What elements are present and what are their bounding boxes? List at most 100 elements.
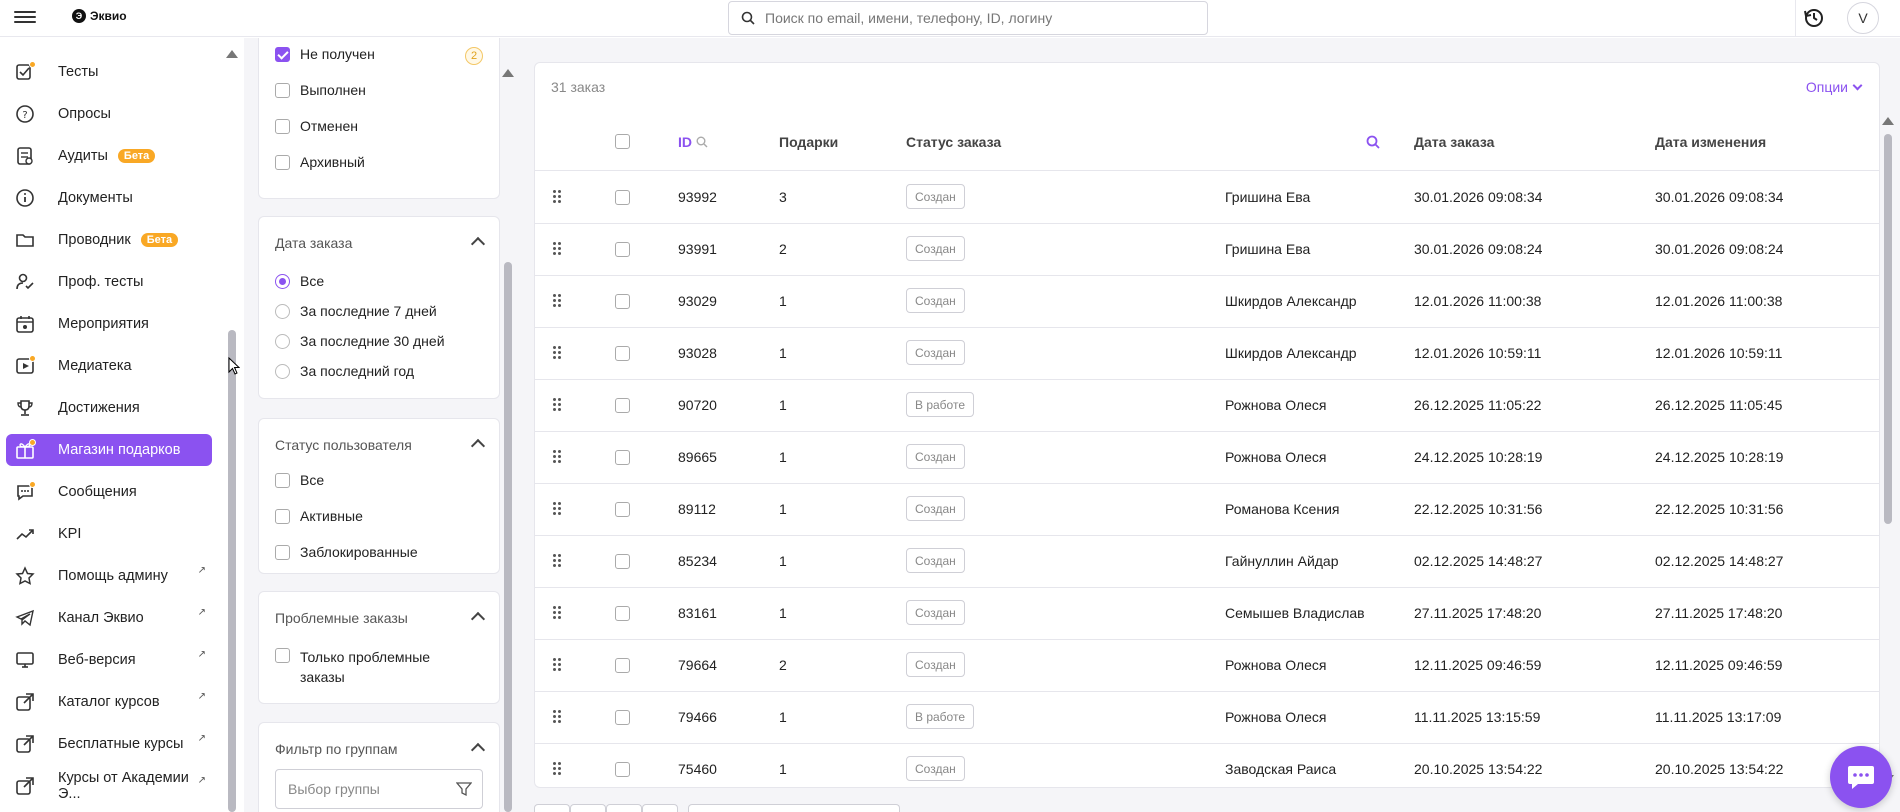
checkbox[interactable] [275, 473, 290, 488]
cell-user[interactable]: Гришина Ева [1225, 189, 1310, 205]
drag-handle-icon[interactable] [553, 658, 563, 672]
filter-option-only-problem[interactable]: Только проблемные заказы [275, 647, 430, 687]
checkbox[interactable] [275, 119, 290, 134]
cell-user[interactable]: Рожнова Олеся [1225, 449, 1326, 465]
radio-last-30-days[interactable]: За последние 30 дней [275, 333, 445, 349]
sidebar-scrollbar[interactable] [228, 330, 236, 812]
logo[interactable]: Э Эквио [72, 9, 127, 23]
table-row[interactable]: 79664 2 Создан Рожнова Олеся 12.11.2025 09:4… [535, 640, 1879, 692]
pagination-next[interactable] [606, 804, 642, 812]
checkbox[interactable] [275, 47, 290, 62]
radio-last-7-days[interactable]: За последние 7 дней [275, 303, 437, 319]
drag-handle-icon[interactable] [553, 606, 563, 620]
column-modified-date[interactable]: Дата изменения [1655, 134, 1766, 150]
cell-user[interactable]: Семышев Владислав [1225, 605, 1365, 621]
row-checkbox[interactable] [615, 554, 630, 569]
sidebar-item[interactable]: Канал Эквио ↗ [6, 602, 212, 634]
sidebar-item[interactable]: Сообщения [6, 476, 212, 508]
group-select-input[interactable]: Выбор группы [275, 769, 483, 809]
drag-handle-icon[interactable] [553, 242, 563, 256]
options-dropdown[interactable]: Опции [1806, 79, 1863, 95]
search-input[interactable] [765, 10, 1185, 26]
sidebar-item[interactable]: Аудиты Бета [6, 140, 212, 172]
drag-handle-icon[interactable] [553, 190, 563, 204]
drag-handle-icon[interactable] [553, 710, 563, 724]
cell-user[interactable]: Гришина Ева [1225, 241, 1310, 257]
table-row[interactable]: 93028 1 Создан Шкирдов Александр 12.01.2026 … [535, 328, 1879, 380]
sidebar-item[interactable]: Достижения [6, 392, 212, 424]
checkbox[interactable] [275, 155, 290, 170]
radio-button[interactable] [275, 274, 290, 289]
pagination-last[interactable] [642, 804, 678, 812]
drag-handle-icon[interactable] [553, 762, 563, 776]
table-row[interactable]: 75460 1 Создан Заводская Раиса 20.10.2025 13… [535, 744, 1879, 787]
radio-button[interactable] [275, 334, 290, 349]
user-search-icon[interactable] [1366, 135, 1380, 149]
sidebar-item[interactable]: Проф. тесты [6, 266, 212, 298]
row-checkbox[interactable] [615, 658, 630, 673]
chevron-up-icon[interactable] [470, 742, 486, 758]
filter-option-completed[interactable]: Выполнен [275, 82, 366, 98]
cell-user[interactable]: Гайнуллин Айдар [1225, 553, 1339, 569]
pagination-prev[interactable] [570, 804, 606, 812]
chevron-up-icon[interactable] [470, 438, 486, 454]
drag-handle-icon[interactable] [553, 398, 563, 412]
chevron-up-icon[interactable] [470, 611, 486, 627]
table-row[interactable]: 93029 1 Создан Шкирдов Александр 12.01.2026 … [535, 276, 1879, 328]
table-row[interactable]: 89112 1 Создан Романова Ксения 22.12.2025 10… [535, 484, 1879, 536]
table-row[interactable]: 83161 1 Создан Семышев Владислав 27.11.2025 … [535, 588, 1879, 640]
row-checkbox[interactable] [615, 606, 630, 621]
pagination-first[interactable] [534, 804, 570, 812]
row-checkbox[interactable] [615, 762, 630, 777]
global-search[interactable] [728, 1, 1208, 35]
drag-handle-icon[interactable] [553, 294, 563, 308]
filters-scrollbar[interactable] [504, 262, 512, 812]
cell-user[interactable]: Шкирдов Александр [1225, 293, 1357, 309]
sidebar-scroll-up-arrow[interactable] [226, 50, 238, 58]
sidebar-item[interactable]: Тесты [6, 56, 212, 88]
menu-burger-icon[interactable] [14, 8, 36, 28]
cell-user[interactable]: Шкирдов Александр [1225, 345, 1357, 361]
column-order-date[interactable]: Дата заказа [1414, 134, 1494, 150]
drag-handle-icon[interactable] [553, 450, 563, 464]
support-chat-button[interactable] [1830, 746, 1892, 808]
checkbox[interactable] [275, 648, 290, 663]
sidebar-item[interactable]: ? Опросы [6, 98, 212, 130]
table-row[interactable]: 93991 2 Создан Гришина Ева 30.01.2026 09:08:… [535, 224, 1879, 276]
cell-user[interactable]: Заводская Раиса [1225, 761, 1336, 777]
checkbox[interactable] [275, 509, 290, 524]
avatar[interactable]: V [1847, 2, 1879, 34]
table-row[interactable]: 90720 1 В работе Рожнова Олеся 26.12.2025 11… [535, 380, 1879, 432]
row-checkbox[interactable] [615, 242, 630, 257]
history-clock-icon[interactable] [1800, 4, 1828, 32]
checkbox[interactable] [275, 545, 290, 560]
row-checkbox[interactable] [615, 190, 630, 205]
drag-handle-icon[interactable] [553, 346, 563, 360]
cell-user[interactable]: Рожнова Олеся [1225, 397, 1326, 413]
cell-user[interactable]: Рожнова Олеся [1225, 657, 1326, 673]
filter-option-cancelled[interactable]: Отменен [275, 118, 358, 134]
chevron-up-icon[interactable] [470, 236, 486, 252]
table-row[interactable]: 89665 1 Создан Рожнова Олеся 24.12.2025 10:2… [535, 432, 1879, 484]
radio-button[interactable] [275, 364, 290, 379]
checkbox[interactable] [275, 83, 290, 98]
row-checkbox[interactable] [615, 398, 630, 413]
filter-option-not-received[interactable]: Не получен [275, 46, 375, 62]
sidebar-item[interactable]: Курсы от Академии Э... ↗ [6, 770, 212, 802]
search-icon[interactable] [696, 136, 708, 148]
column-gifts[interactable]: Подарки [779, 134, 838, 150]
table-row[interactable]: 93992 3 Создан Гришина Ева 30.01.2026 09:08:… [535, 172, 1879, 224]
sidebar-item[interactable]: Веб-версия ↗ [6, 644, 212, 676]
filter-option-active-users[interactable]: Активные [275, 508, 363, 524]
drag-handle-icon[interactable] [553, 554, 563, 568]
table-row[interactable]: 85234 1 Создан Гайнуллин Айдар 02.12.2025 14… [535, 536, 1879, 588]
filters-scroll-up-arrow[interactable] [502, 69, 514, 77]
cell-user[interactable]: Романова Ксения [1225, 501, 1339, 517]
row-checkbox[interactable] [615, 294, 630, 309]
row-checkbox[interactable] [615, 450, 630, 465]
drag-handle-icon[interactable] [553, 502, 563, 516]
sidebar-item[interactable]: Бесплатные курсы ↗ [6, 728, 212, 760]
sidebar-item[interactable]: Медиатека [6, 350, 212, 382]
radio-all-dates[interactable]: Все [275, 273, 324, 289]
row-checkbox[interactable] [615, 710, 630, 725]
